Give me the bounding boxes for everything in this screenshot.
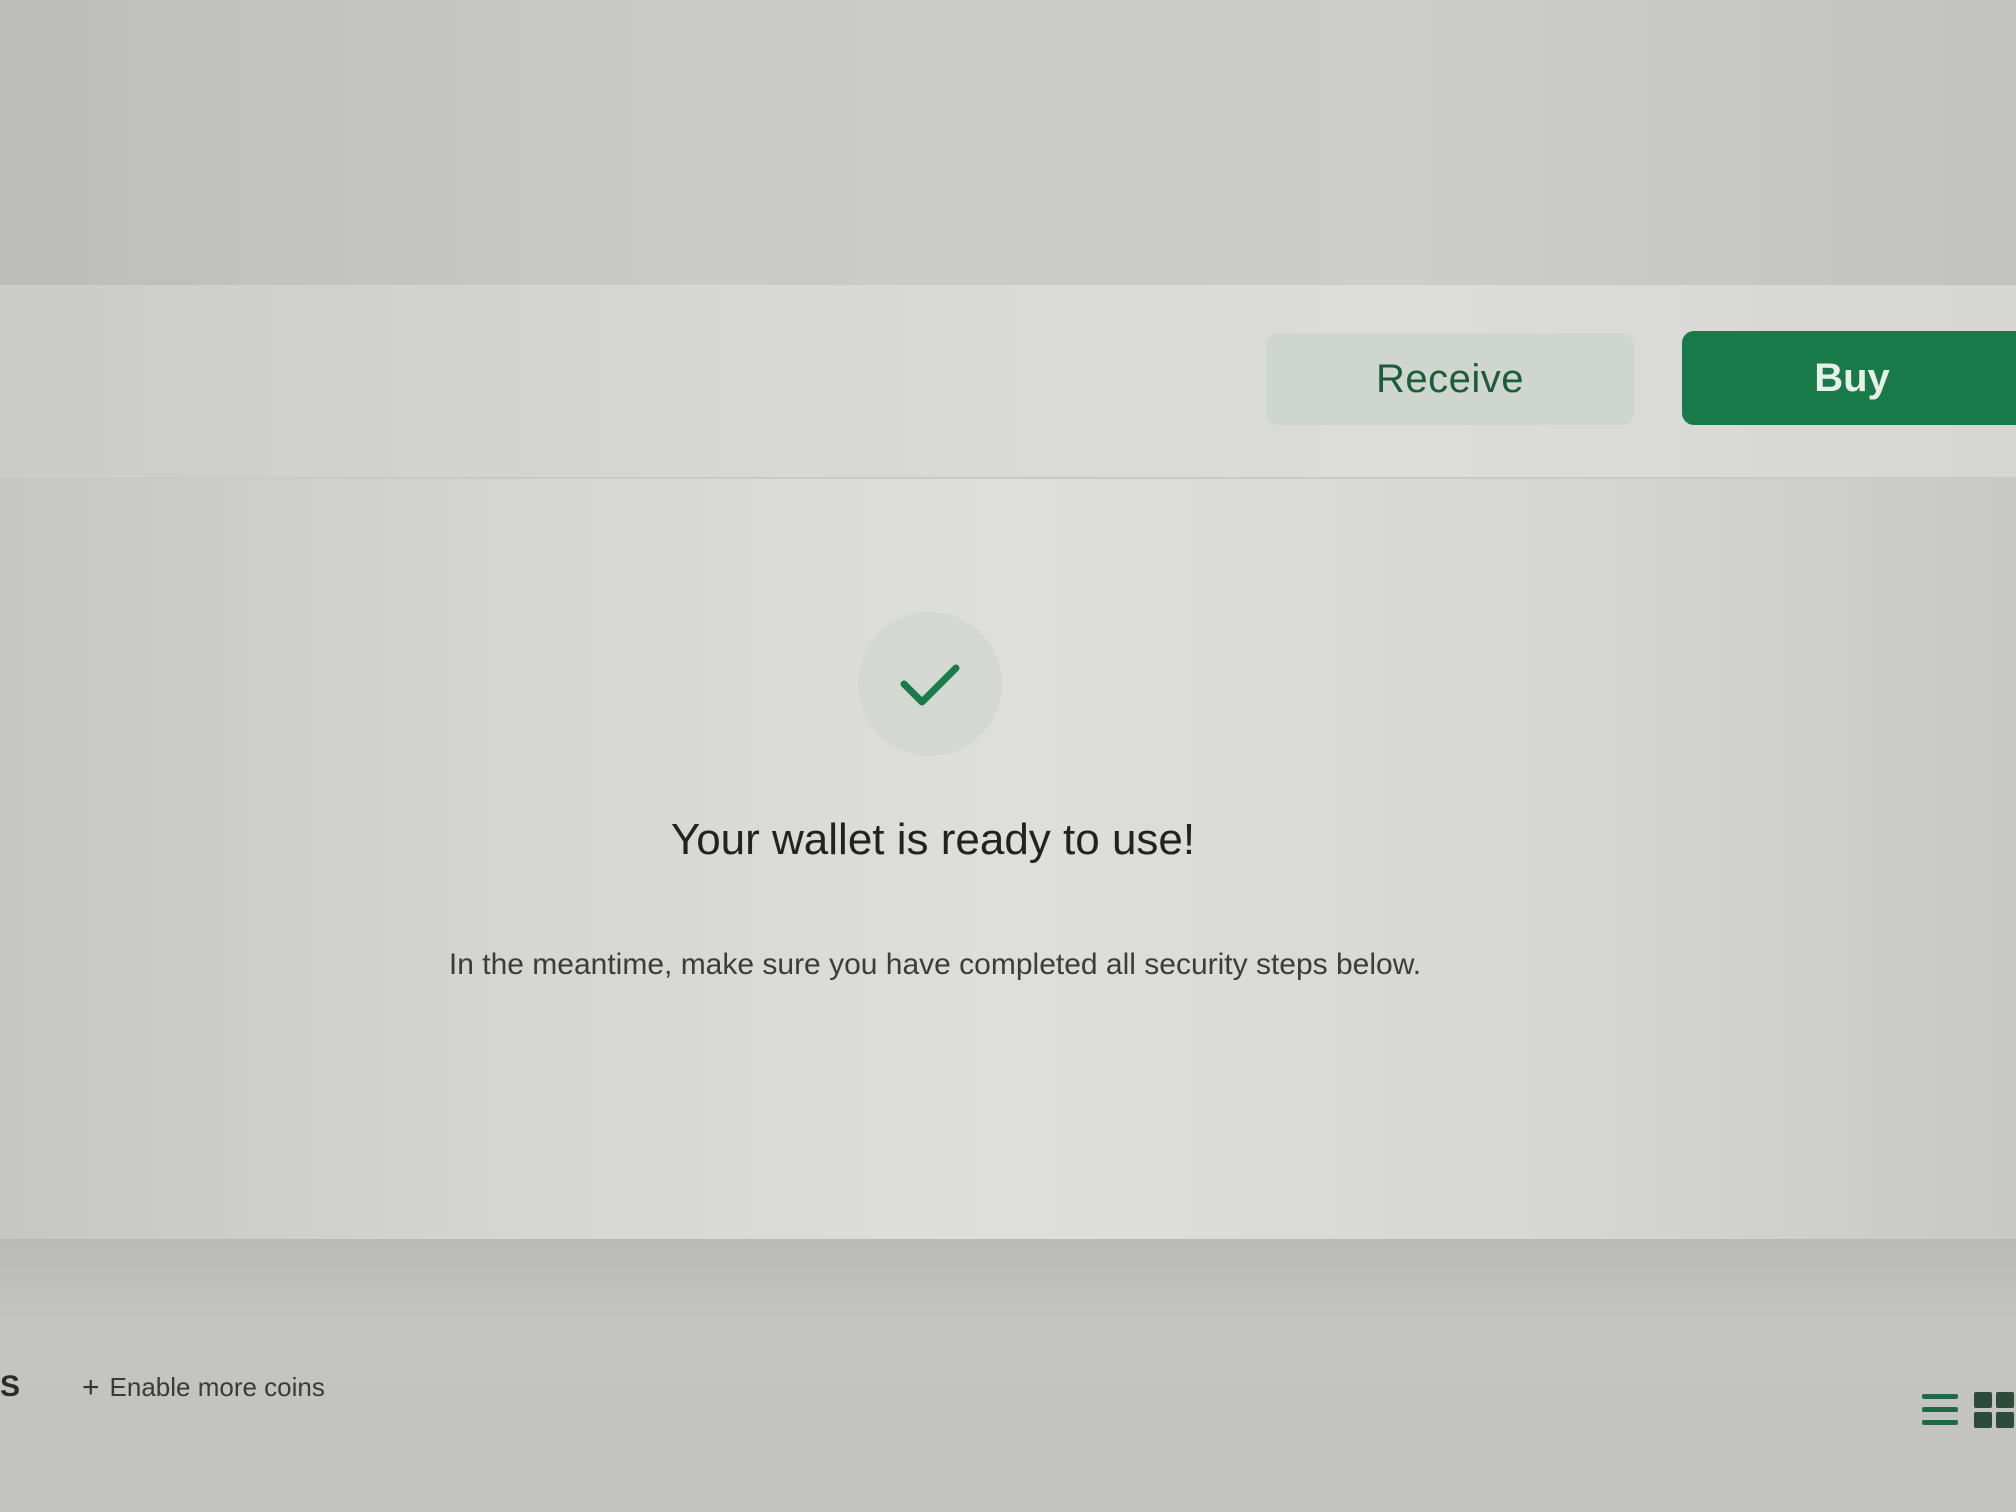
wallet-screen: Receive Buy Your wallet is ready to use!… [0,0,2016,1512]
enable-more-coins-label: Enable more coins [109,1372,325,1402]
wallet-ready-title: Your wallet is ready to use! [670,815,1196,864]
enable-more-coins-link[interactable]: + Enable more coins [82,1372,325,1403]
buy-button-label: Buy [1814,355,1890,400]
receive-button[interactable]: Receive [1266,333,1634,425]
checkmark-icon [900,664,960,706]
wallet-ready-message: In the meantime, make sure you have comp… [448,948,1422,981]
grid-view-icon[interactable] [1972,1390,2016,1430]
success-badge [858,612,1002,756]
plus-icon: + [82,1370,100,1404]
top-header-area [0,0,2016,285]
receive-button-label: Receive [1375,356,1524,401]
buy-button[interactable]: Buy [1682,331,2016,425]
list-view-icon[interactable] [1920,1390,1960,1430]
coins-tab-label[interactable]: S [0,1370,20,1404]
